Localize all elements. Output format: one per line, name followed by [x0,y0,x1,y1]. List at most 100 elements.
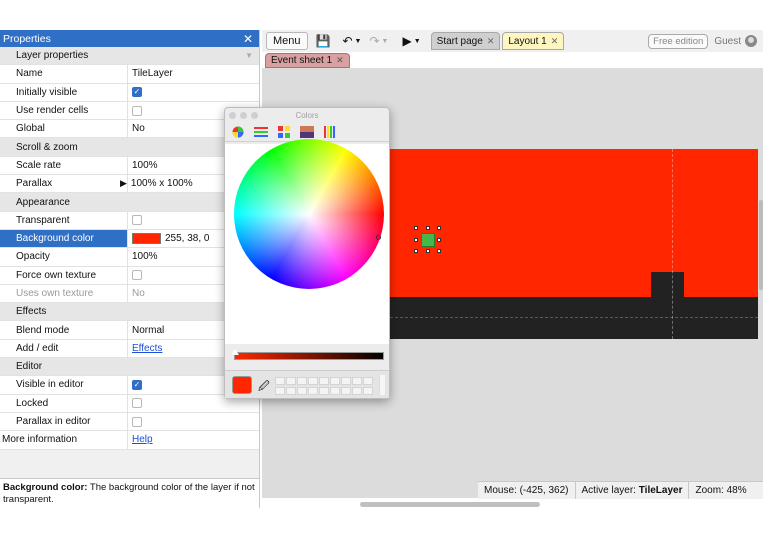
chevron-down-icon[interactable]: ▼ [414,38,421,45]
brightness-slider[interactable] [234,352,384,360]
ground-block[interactable] [651,272,684,298]
tile-layer-background[interactable] [390,149,758,297]
play-icon[interactable]: ▶ [402,34,411,48]
chevron-down-icon[interactable]: ▼ [382,38,389,45]
property-row[interactable]: Blend mode Normal [0,321,259,340]
checkbox[interactable] [132,105,142,116]
guest-label[interactable]: Guest [714,36,741,47]
property-link[interactable]: Help [132,434,153,445]
expand-icon[interactable]: ▶ [120,178,127,189]
saved-color-cell[interactable] [341,377,351,385]
property-row[interactable]: Force own texture [0,266,259,285]
pencils-icon[interactable] [323,125,337,138]
resize-handle[interactable] [437,226,441,230]
property-value[interactable]: TileLayer [128,65,259,82]
vertical-scrollbar[interactable] [759,200,763,290]
property-row[interactable]: Uses own texture No [0,284,259,304]
saved-color-cell[interactable] [352,377,362,385]
saved-color-cell[interactable] [341,387,351,395]
avatar[interactable] [745,35,757,47]
saved-color-cell[interactable] [319,387,329,395]
chevron-down-icon[interactable]: ▼ [245,51,253,60]
property-row[interactable]: Background color 255, 38, 0 [0,229,259,249]
eyedropper-icon[interactable]: 🖉 [258,378,270,397]
tab-event-sheet-1[interactable]: Event sheet 1 ✕ [265,53,350,68]
tab-layout-1[interactable]: Layout 1 ✕ [502,32,565,50]
menu-button[interactable]: Menu [266,32,308,50]
resize-handle[interactable] [426,226,430,230]
color-sliders-icon[interactable] [254,126,268,138]
property-row[interactable]: Transparent [0,211,259,230]
property-row[interactable]: Opacity 100% [0,248,259,267]
saved-color-cell[interactable] [286,377,296,385]
saved-color-cell[interactable] [286,387,296,395]
color-wheel-selector[interactable] [376,235,381,240]
save-icon[interactable]: 💾 [316,34,331,48]
saved-color-cell[interactable] [275,377,285,385]
property-row[interactable]: More information Help [0,431,259,450]
resize-handle[interactable] [414,249,418,253]
close-icon[interactable]: ✕ [243,32,253,46]
property-row[interactable]: Scale rate 100% [0,156,259,176]
color-wheel[interactable] [234,139,384,289]
image-palettes-icon[interactable] [300,125,314,138]
saved-color-cell[interactable] [330,377,340,385]
saved-color-cell[interactable] [319,377,329,385]
checkbox[interactable] [132,416,142,427]
property-row[interactable]: Visible in editor ✓ [0,376,259,395]
property-row[interactable]: Parallax in editor [0,412,259,432]
saved-color-cell[interactable] [330,387,340,395]
saved-color-cell[interactable] [297,377,307,385]
tab-start-page[interactable]: Start page ✕ [430,32,501,50]
value-text: No [132,288,145,299]
property-row[interactable]: Global No [0,120,259,139]
saved-color-cell[interactable] [297,387,307,395]
checkbox[interactable] [132,398,142,409]
close-icon[interactable]: ✕ [336,55,344,66]
label-text: Name [16,68,43,80]
saved-color-cell[interactable] [308,387,318,395]
resize-handle[interactable] [414,238,418,242]
property-value[interactable]: Help [128,431,259,448]
property-row[interactable]: Locked [0,394,259,413]
property-value[interactable] [128,413,259,430]
color-wheel-icon[interactable] [231,126,245,138]
value-text: 100% [132,251,158,263]
color-cells-scrollbar[interactable] [379,375,385,395]
color-palettes-icon[interactable] [277,125,291,138]
resize-handle[interactable] [437,249,441,253]
ground-tiles[interactable] [390,297,758,339]
checkbox[interactable]: ✓ [132,87,142,98]
saved-color-cell[interactable] [308,377,318,385]
property-value[interactable]: ✓ [128,84,259,101]
saved-color-cell[interactable] [352,387,362,395]
current-color-swatch[interactable] [232,376,252,394]
horizontal-scrollbar[interactable] [360,502,540,507]
resize-handle[interactable] [426,249,430,253]
free-edition-badge[interactable]: Free edition [648,33,709,49]
resize-handle[interactable] [437,238,441,242]
brightness-slider-knob[interactable] [231,349,239,355]
close-icon[interactable]: ✕ [487,36,495,47]
selected-sprite[interactable] [421,233,435,247]
property-row[interactable]: Initially visible ✓ [0,83,259,102]
property-row[interactable]: Use render cells [0,101,259,121]
layout-boundary-vertical [672,149,673,339]
checkbox[interactable]: ✓ [132,379,142,390]
checkbox[interactable] [132,215,142,226]
checkbox[interactable] [132,270,142,281]
colors-titlebar[interactable]: Colors [225,108,389,122]
property-row[interactable]: Name TileLayer [0,65,259,84]
saved-color-cell[interactable] [363,387,373,395]
color-swatch[interactable] [132,233,161,245]
resize-handle[interactable] [414,226,418,230]
close-icon[interactable]: ✕ [551,36,559,47]
saved-color-cell[interactable] [275,387,285,395]
property-row[interactable]: Add / edit Effects [0,339,259,359]
redo-icon[interactable]: ↷ [369,34,379,48]
chevron-down-icon[interactable]: ▼ [355,38,362,45]
property-row[interactable]: Parallax ▶ 100% x 100% [0,175,259,194]
saved-color-cell[interactable] [363,377,373,385]
property-link[interactable]: Effects [132,343,162,354]
undo-icon[interactable]: ↶ [342,34,352,48]
